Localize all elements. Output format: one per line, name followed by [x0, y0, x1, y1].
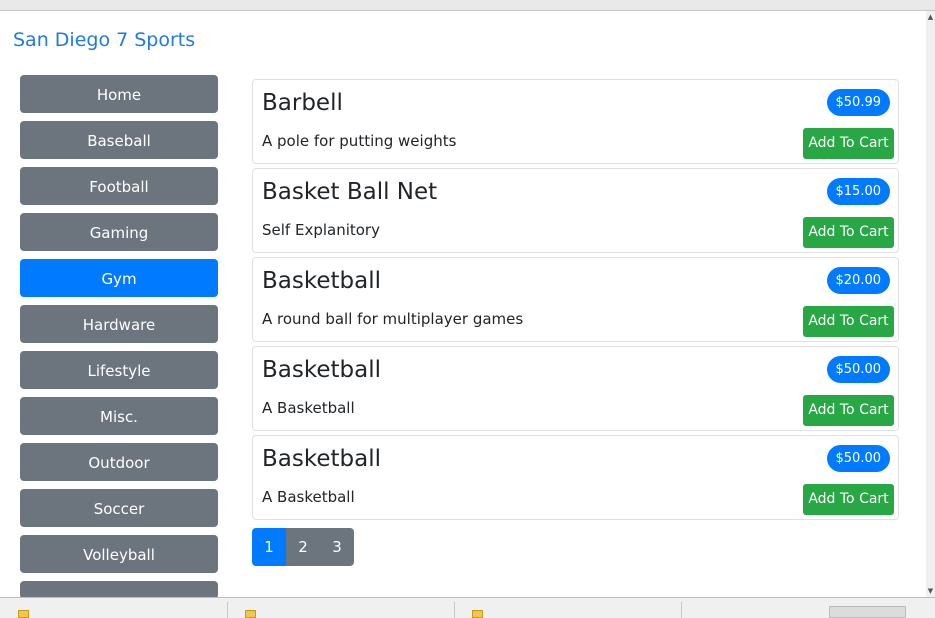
category-button-lifestyle[interactable]: Lifestyle — [20, 351, 218, 389]
product-card: Basket Ball Net $15.00 Self Explanitory … — [252, 168, 899, 253]
product-card: Basketball $20.00 A round ball for multi… — [252, 257, 899, 342]
product-list: Barbell $50.99 A pole for putting weight… — [252, 79, 899, 524]
product-name: Basketball — [262, 268, 381, 294]
add-to-cart-button[interactable]: Add To Cart — [803, 306, 894, 337]
category-button-misc[interactable]: Misc. — [20, 397, 218, 435]
category-button-home[interactable]: Home — [20, 75, 218, 113]
category-button-gym[interactable]: Gym — [20, 259, 218, 297]
taskbar-divider — [227, 602, 228, 618]
category-button-gaming[interactable]: Gaming — [20, 213, 218, 251]
price-badge: $50.00 — [826, 356, 890, 383]
add-to-cart-button[interactable]: Add To Cart — [803, 217, 894, 248]
page-button-1[interactable]: 1 — [252, 528, 286, 566]
product-card: Basketball $50.00 A Basketball Add To Ca… — [252, 435, 899, 520]
category-button-soccer[interactable]: Soccer — [20, 489, 218, 527]
page-button-3[interactable]: 3 — [320, 528, 354, 566]
product-card: Barbell $50.99 A pole for putting weight… — [252, 79, 899, 164]
product-description: A pole for putting weights — [262, 132, 457, 150]
taskbar-divider — [681, 602, 682, 618]
category-button-outdoor[interactable]: Outdoor — [20, 443, 218, 481]
category-button-football[interactable]: Football — [20, 167, 218, 205]
brand-title[interactable]: San Diego 7 Sports — [13, 29, 195, 51]
scroll-down-arrow-icon[interactable]: ▼ — [926, 585, 935, 597]
product-name: Basketball — [262, 357, 381, 383]
window-top-strip — [0, 0, 935, 11]
category-button-volleyball[interactable]: Volleyball — [20, 535, 218, 573]
price-badge: $50.99 — [826, 89, 890, 116]
product-description: A Basketball — [262, 399, 355, 417]
product-description: A Basketball — [262, 488, 355, 506]
category-button-baseball[interactable]: Baseball — [20, 121, 218, 159]
vertical-scrollbar[interactable]: ▲ ▼ — [926, 11, 935, 597]
price-badge: $15.00 — [826, 178, 890, 205]
pagination: 1 2 3 — [252, 528, 354, 566]
taskbar-divider — [454, 602, 455, 618]
product-name: Basketball — [262, 446, 381, 472]
price-badge: $20.00 — [826, 267, 890, 294]
add-to-cart-button[interactable]: Add To Cart — [803, 484, 894, 515]
taskbar — [0, 597, 935, 618]
scroll-up-arrow-icon[interactable]: ▲ — [926, 11, 935, 23]
add-to-cart-button[interactable]: Add To Cart — [803, 395, 894, 426]
product-name: Basket Ball Net — [262, 179, 438, 205]
category-sidebar: Home Baseball Football Gaming Gym Hardwa… — [20, 75, 218, 607]
taskbar-button[interactable] — [829, 606, 906, 618]
product-description: Self Explanitory — [262, 221, 380, 239]
price-badge: $50.00 — [826, 445, 890, 472]
page-button-2[interactable]: 2 — [286, 528, 320, 566]
add-to-cart-button[interactable]: Add To Cart — [803, 128, 894, 159]
product-description: A round ball for multiplayer games — [262, 310, 524, 328]
product-card: Basketball $50.00 A Basketball Add To Ca… — [252, 346, 899, 431]
category-button-hardware[interactable]: Hardware — [20, 305, 218, 343]
product-name: Barbell — [262, 90, 343, 116]
